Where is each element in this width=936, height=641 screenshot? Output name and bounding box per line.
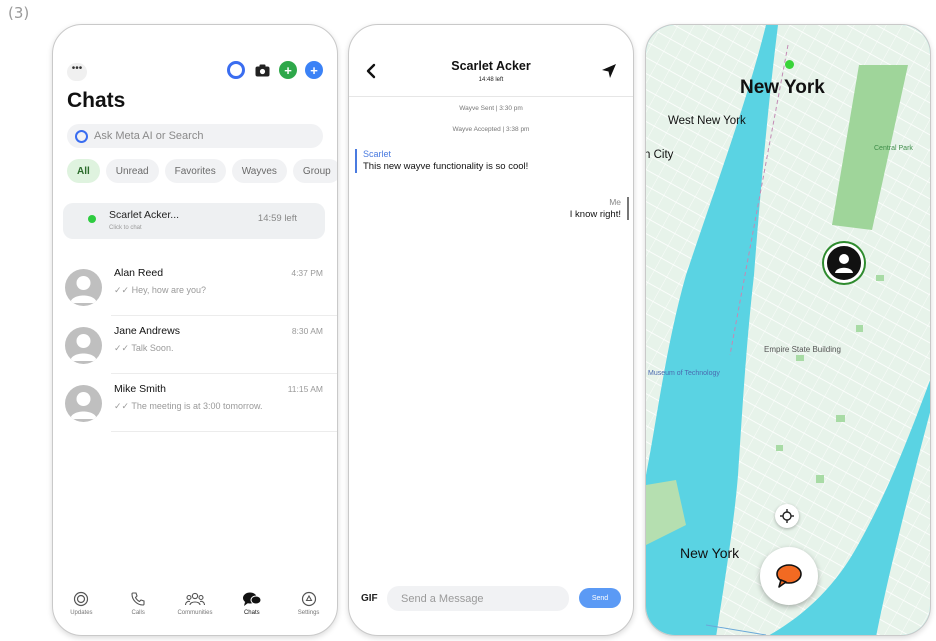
phone-icon xyxy=(131,592,145,606)
recenter-button[interactable] xyxy=(775,504,799,528)
camera-icon[interactable] xyxy=(253,61,271,79)
chat-last-message: ✓✓ The meeting is at 3:00 tomorrow. xyxy=(114,401,262,412)
system-message: Wayve Accepted | 3:38 pm xyxy=(452,126,530,133)
tab-label: Updates xyxy=(70,610,93,616)
communities-icon xyxy=(184,592,205,606)
tab-chats[interactable]: Chats xyxy=(227,591,277,616)
tab-label: Settings xyxy=(297,610,320,616)
conversation-header: Scarlet Acker 14:48 left xyxy=(349,25,633,97)
search-bar[interactable] xyxy=(67,124,323,148)
chat-message-text: Hey, how are you? xyxy=(131,285,206,295)
tab-label: Chats xyxy=(243,610,260,616)
map-label-museum: Museum of Technology xyxy=(648,370,720,377)
person-icon xyxy=(835,254,853,273)
filter-all[interactable]: All xyxy=(67,159,100,183)
search-input[interactable] xyxy=(94,130,294,142)
map-label-west-new-york: West New York xyxy=(668,115,746,127)
crosshair-icon xyxy=(780,509,794,523)
chat-bubbles-icon xyxy=(242,592,262,606)
map-label-city: n City xyxy=(645,149,674,161)
message-sender: Scarlet xyxy=(363,149,392,159)
location-arrow-icon[interactable] xyxy=(601,63,617,79)
tab-label: Communities xyxy=(177,610,213,616)
map-label-new-york: New York xyxy=(740,77,825,98)
avatar xyxy=(65,385,102,422)
map-label-central-park: Central Park xyxy=(874,145,913,152)
filter-chips: All Unread Favorites Wayves Group xyxy=(67,159,337,183)
tab-label: Calls xyxy=(131,610,145,616)
tab-updates[interactable]: Updates xyxy=(56,591,106,616)
chat-time: 11:15 AM xyxy=(287,384,323,394)
read-checkmark-icon: ✓✓ xyxy=(114,401,132,411)
chat-list-item[interactable]: Alan Reed ✓✓ Hey, how are you? 4:37 PM xyxy=(53,258,337,316)
avatar xyxy=(65,327,102,364)
time-left: 14:48 left xyxy=(478,77,504,83)
updates-icon xyxy=(74,591,89,607)
tab-settings[interactable]: Settings xyxy=(284,591,334,616)
pinned-chat-subtitle: Click to chat xyxy=(109,225,142,231)
message-text: This new wayve functionality is so cool! xyxy=(363,161,529,172)
tab-communities[interactable]: Communities xyxy=(170,591,220,616)
online-status-dot xyxy=(88,215,96,223)
pinned-chat-time-left: 14:59 left xyxy=(257,213,297,224)
avatar xyxy=(65,269,102,306)
gif-button[interactable]: GIF xyxy=(361,593,378,604)
chat-last-message: ✓✓ Talk Soon. xyxy=(114,343,173,354)
filter-unread[interactable]: Unread xyxy=(105,159,159,183)
map-phone-screen: New York West New York n City Central Pa… xyxy=(645,24,931,636)
open-chat-button[interactable] xyxy=(760,547,818,605)
read-checkmark-icon: ✓✓ xyxy=(114,343,132,353)
chat-message-text: Talk Soon. xyxy=(131,343,174,353)
chat-bubble-icon xyxy=(776,564,802,588)
chat-list-item[interactable]: Mike Smith ✓✓ The meeting is at 3:00 tom… xyxy=(53,374,337,432)
message-input[interactable] xyxy=(387,586,569,611)
more-options-button[interactable]: ••• xyxy=(67,63,87,81)
message-sender: Me xyxy=(609,197,621,207)
filter-favorites[interactable]: Favorites xyxy=(164,159,226,183)
chat-message-text: The meeting is at 3:00 tomorrow. xyxy=(131,401,263,411)
meta-ai-search-icon xyxy=(75,129,88,143)
message-text: I know right! xyxy=(569,209,621,220)
chat-time: 8:30 AM xyxy=(291,326,323,336)
chat-time: 4:37 PM xyxy=(291,268,323,278)
map-label-empire-state: Empire State Building xyxy=(764,345,841,354)
chat-name: Jane Andrews xyxy=(114,325,180,337)
pinned-wayve-chat[interactable]: Scarlet Acker... Click to chat 14:59 lef… xyxy=(63,203,325,239)
tab-calls[interactable]: Calls xyxy=(113,591,163,616)
page-title: Chats xyxy=(67,89,126,112)
location-marker xyxy=(785,60,794,69)
pinned-chat-name: Scarlet Acker... xyxy=(109,209,180,221)
conversation-phone-screen: Scarlet Acker 14:48 left Wayve Sent | 3:… xyxy=(348,24,634,636)
user-avatar-pin[interactable] xyxy=(824,243,864,283)
chat-name: Alan Reed xyxy=(114,267,164,279)
add-icon[interactable]: + xyxy=(305,61,323,79)
meta-ai-icon[interactable] xyxy=(227,61,245,79)
map-label-new-york-bottom: New York xyxy=(680,545,740,561)
figure-label: (3) xyxy=(8,4,30,22)
chat-last-message: ✓✓ Hey, how are you? xyxy=(114,285,206,296)
bottom-tab-bar: Updates Calls Communities Chats Settings xyxy=(53,579,337,635)
message-composer: GIF Send xyxy=(349,585,633,613)
chats-top-bar: ••• + + xyxy=(67,61,323,83)
chats-phone-screen: ••• + + Chats All Unread Favorites Wayve… xyxy=(52,24,338,636)
chat-name: Mike Smith xyxy=(114,383,166,395)
system-message: Wayve Sent | 3:30 pm xyxy=(459,105,523,112)
send-button[interactable]: Send xyxy=(579,588,621,608)
settings-icon xyxy=(301,591,316,607)
filter-group[interactable]: Group xyxy=(292,159,337,183)
divider xyxy=(111,431,337,432)
filter-wayves[interactable]: Wayves xyxy=(231,159,287,183)
chat-list-item[interactable]: Jane Andrews ✓✓ Talk Soon. 8:30 AM xyxy=(53,316,337,374)
read-checkmark-icon: ✓✓ xyxy=(114,285,132,295)
contact-name: Scarlet Acker xyxy=(451,59,531,73)
message-incoming: Scarlet This new wayve functionality is … xyxy=(355,149,555,173)
new-chat-icon[interactable]: + xyxy=(279,61,297,79)
message-outgoing: Me I know right! xyxy=(570,197,629,220)
